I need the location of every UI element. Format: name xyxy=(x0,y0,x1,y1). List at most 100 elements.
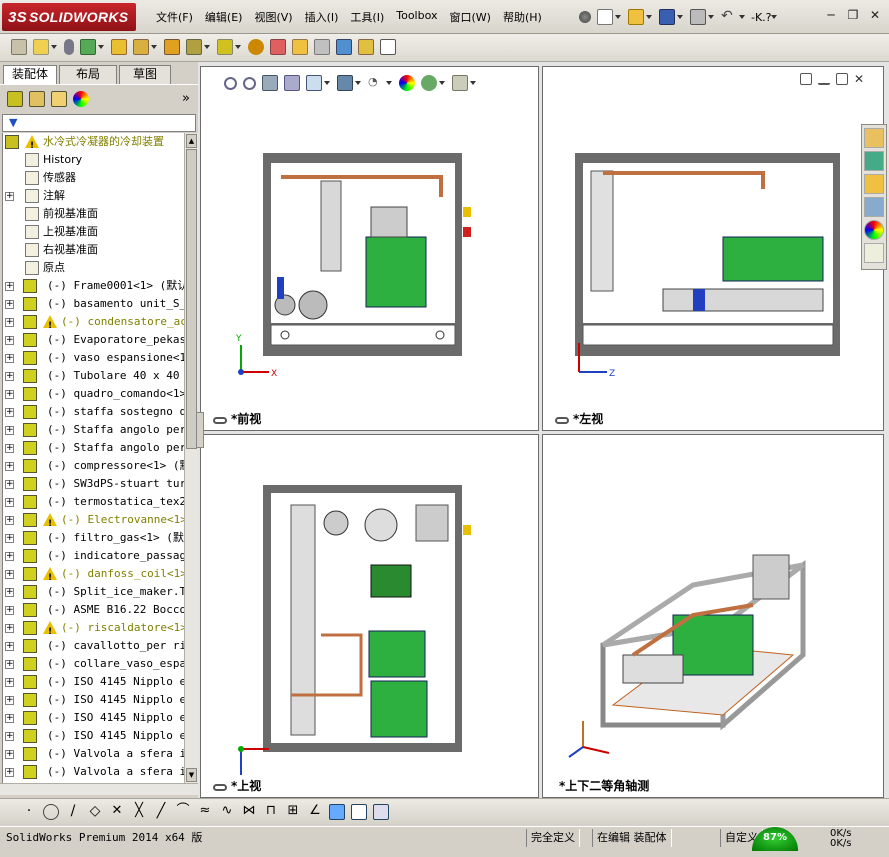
table-icon[interactable] xyxy=(373,804,389,820)
graphics-area[interactable]: ◔ Y X *前视 ✕ Z *左视 *上视 *上下二等角轴测 xyxy=(196,62,889,798)
move-component-icon[interactable] xyxy=(133,39,149,55)
tree-item[interactable]: 原点 xyxy=(3,259,184,277)
feature-manager-icon[interactable] xyxy=(7,91,23,107)
new-document-icon[interactable] xyxy=(597,9,613,25)
explode-line-icon[interactable] xyxy=(314,39,330,55)
menu-tools[interactable]: 工具(I) xyxy=(344,9,390,25)
tree-item[interactable]: + (-) ASME B16.22 Boccola xyxy=(3,601,184,619)
front-view-model[interactable]: Y X xyxy=(201,67,539,412)
top-view-model[interactable] xyxy=(201,435,539,780)
panel-collapse-handle[interactable] xyxy=(196,412,204,448)
expand-icon[interactable]: + xyxy=(5,516,14,525)
expand-icon[interactable]: + xyxy=(5,300,14,309)
grid-icon[interactable]: ⊞ xyxy=(285,804,301,820)
expand-icon[interactable]: + xyxy=(5,570,14,579)
fillet-icon[interactable]: ⌒ xyxy=(175,804,191,820)
expand-icon[interactable]: + xyxy=(5,552,14,561)
offset-icon[interactable]: ≈ xyxy=(197,804,213,820)
menu-edit[interactable]: 编辑(E) xyxy=(199,9,249,25)
expand-icon[interactable]: + xyxy=(5,696,14,705)
tree-item[interactable]: 前视基准面 xyxy=(3,205,184,223)
linear-pattern-icon[interactable] xyxy=(80,39,96,55)
display-manager-icon[interactable] xyxy=(73,91,89,107)
tree-filter[interactable]: ▼ xyxy=(2,114,196,132)
tree-scrollbar[interactable]: ▲ ▼ xyxy=(184,133,198,783)
tab-layout[interactable]: 布局 xyxy=(59,65,117,84)
menu-window[interactable]: 窗口(W) xyxy=(443,9,496,25)
insert-component-icon[interactable] xyxy=(11,39,27,55)
expand-icon[interactable]: + xyxy=(5,714,14,723)
solidworks-logo[interactable]: 3S SOLIDWORKS xyxy=(2,3,136,31)
left-view-model[interactable]: Z xyxy=(543,67,884,412)
configuration-manager-icon[interactable] xyxy=(51,91,67,107)
tree-item[interactable]: + (-) danfoss_coil<1> xyxy=(3,565,184,587)
new-motion-study-icon[interactable] xyxy=(248,39,264,55)
tree-item[interactable]: + (-) Frame0001<1> (默认< xyxy=(3,277,184,295)
expand-icon[interactable]: + xyxy=(5,282,14,291)
scroll-up-icon[interactable]: ▲ xyxy=(186,134,197,148)
point-icon[interactable]: · xyxy=(21,804,37,820)
filter-icon[interactable]: ▼ xyxy=(9,116,17,129)
exploded-view-icon[interactable] xyxy=(292,39,308,55)
mirror-icon[interactable]: ╳ xyxy=(131,804,147,820)
tree-item[interactable]: + (-) quadro_comando<1> ( xyxy=(3,385,184,403)
tree-item[interactable]: + (-) indicatore_passaggi xyxy=(3,547,184,565)
viewport-left[interactable]: ✕ Z *左视 xyxy=(542,66,884,431)
new-part-icon[interactable] xyxy=(33,39,49,55)
link-views-icon[interactable] xyxy=(213,417,227,424)
centerline-icon[interactable]: ╱ xyxy=(153,804,169,820)
close-button[interactable]: ✕ xyxy=(867,8,883,22)
tree-item[interactable]: + (-) termostatica_tex2<1 xyxy=(3,493,184,511)
polygon-icon[interactable]: ◇ xyxy=(87,804,103,820)
menu-file[interactable]: 文件(F) xyxy=(150,9,199,25)
tree-item[interactable]: 传感器 xyxy=(3,169,184,187)
expand-icon[interactable]: + xyxy=(5,480,14,489)
tree-item[interactable]: + 注解 xyxy=(3,187,184,205)
tree-item[interactable]: + (-) Split_ice_maker.Tub xyxy=(3,583,184,601)
convert-entities-icon[interactable]: ⋈ xyxy=(241,804,257,820)
tree-item[interactable]: + (-) cavallotto_per risc xyxy=(3,637,184,655)
tree-item[interactable]: + (-) riscaldatore<1> xyxy=(3,619,184,641)
expand-icon[interactable]: + xyxy=(5,732,14,741)
tree-item[interactable]: + (-) condensatore_acqu xyxy=(3,313,184,335)
interference-detection-icon[interactable] xyxy=(336,39,352,55)
mate-icon[interactable] xyxy=(64,39,74,55)
tree-item[interactable]: + (-) ISO 4145 Nipplo esa xyxy=(3,727,184,745)
print-icon[interactable] xyxy=(690,9,706,25)
view-palette-icon[interactable] xyxy=(864,197,884,217)
clearance-icon[interactable] xyxy=(358,39,374,55)
resources-icon[interactable] xyxy=(864,128,884,148)
tree-item[interactable]: + (-) ISO 4145 Nipplo esa xyxy=(3,673,184,691)
dimension-icon[interactable]: ⊓ xyxy=(263,804,279,820)
open-folder-icon[interactable] xyxy=(628,9,644,25)
tree-item[interactable]: + (-) ISO 4145 Nipplo esa xyxy=(3,709,184,727)
tree-item[interactable]: + (-) Evaporatore_pekasol xyxy=(3,331,184,349)
expand-icon[interactable]: + xyxy=(5,444,14,453)
tree-item[interactable]: 右视基准面 xyxy=(3,241,184,259)
menu-toolbox[interactable]: Toolbox xyxy=(390,9,443,25)
isometric-view-model[interactable] xyxy=(543,435,884,780)
expand-icon[interactable]: + xyxy=(5,642,14,651)
restore-button[interactable]: ❐ xyxy=(845,8,861,22)
menu-view[interactable]: 视图(V) xyxy=(248,9,298,25)
shaded-view-icon[interactable] xyxy=(329,804,345,820)
viewport-isometric[interactable]: *上下二等角轴测 xyxy=(542,434,884,798)
expand-icon[interactable]: + xyxy=(5,192,14,201)
expand-icon[interactable]: + xyxy=(5,336,14,345)
tree-item[interactable]: + (-) Staffa angolo per q xyxy=(3,421,184,439)
save-icon[interactable] xyxy=(659,9,675,25)
expand-icon[interactable]: + xyxy=(5,678,14,687)
undo-icon[interactable]: ↶ xyxy=(721,9,737,25)
trim-icon[interactable]: ✕ xyxy=(109,804,125,820)
tab-sketch[interactable]: 草图 xyxy=(119,65,171,84)
expand-icon[interactable]: + xyxy=(5,606,14,615)
tree-item[interactable]: + (-) collare_vaso_espans xyxy=(3,655,184,673)
show-hidden-icon[interactable] xyxy=(164,39,180,55)
tree-item[interactable]: + (-) Electrovanne<1> xyxy=(3,511,184,533)
viewport-front[interactable]: ◔ Y X *前视 xyxy=(200,66,539,431)
tree-item[interactable]: + (-) Tubolare 40 x 40 x xyxy=(3,367,184,385)
file-explorer-icon[interactable] xyxy=(864,174,884,194)
angle-icon[interactable]: ∠ xyxy=(307,804,323,820)
expand-icon[interactable]: + xyxy=(5,372,14,381)
expand-icon[interactable]: + xyxy=(5,318,14,327)
